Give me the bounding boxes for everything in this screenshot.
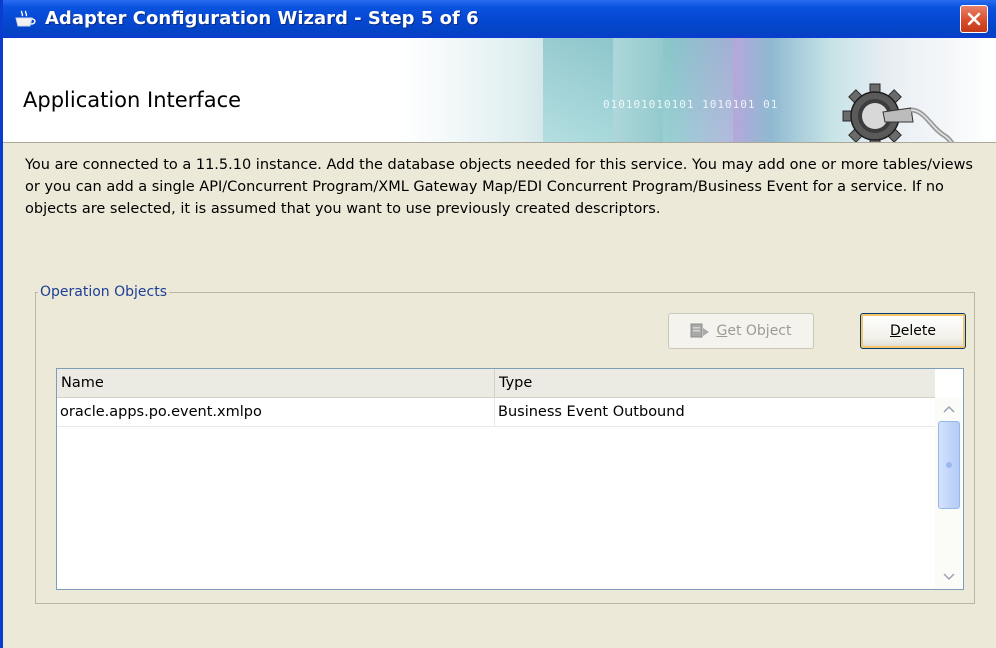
page-title: Application Interface <box>23 88 242 112</box>
operation-objects-legend: Operation Objects <box>40 284 168 300</box>
get-object-button[interactable]: Get Object <box>668 313 814 349</box>
column-header-name[interactable]: Name <box>57 369 495 397</box>
close-button[interactable] <box>960 5 988 33</box>
vertical-scrollbar[interactable] <box>935 398 963 589</box>
get-object-mnemonic: G <box>716 323 728 339</box>
table-row[interactable]: oracle.apps.po.event.xmlpo Business Even… <box>57 398 935 427</box>
get-object-label: Get Object <box>716 323 791 339</box>
scroll-up-icon[interactable] <box>940 402 958 416</box>
table-header: Name Type <box>57 369 935 398</box>
delete-button[interactable]: Delete <box>860 313 966 349</box>
wizard-window: Adapter Configuration Wizard - Step 5 of… <box>0 0 996 648</box>
cell-type[interactable]: Business Event Outbound <box>495 398 935 426</box>
scroll-thumb[interactable] <box>938 421 960 509</box>
banner-digits: 010101010101 1010101 01 <box>603 98 779 111</box>
delete-label: Delete <box>890 323 936 339</box>
operation-objects-table[interactable]: Name Type oracle.apps.po.event.xmlpo Bus… <box>56 368 964 590</box>
delete-mnemonic: D <box>890 323 901 339</box>
delete-label-rest: elete <box>900 323 936 339</box>
cell-name[interactable]: oracle.apps.po.event.xmlpo <box>57 398 495 426</box>
banner-divider <box>3 142 996 143</box>
get-object-label-rest: et Object <box>727 323 792 339</box>
close-icon <box>967 12 981 26</box>
get-object-icon <box>690 323 710 338</box>
column-header-type[interactable]: Type <box>495 369 935 397</box>
scroll-down-icon[interactable] <box>940 570 958 584</box>
coffee-cup-icon <box>15 10 36 27</box>
instructions-text: You are connected to a 11.5.10 instance.… <box>25 157 973 217</box>
title-bar[interactable]: Adapter Configuration Wizard - Step 5 of… <box>3 0 996 38</box>
gear-plug-icon <box>842 83 955 142</box>
window-title: Adapter Configuration Wizard - Step 5 of… <box>45 8 479 29</box>
header-banner: 010101010101 1010101 01 Application Inte… <box>3 38 996 142</box>
